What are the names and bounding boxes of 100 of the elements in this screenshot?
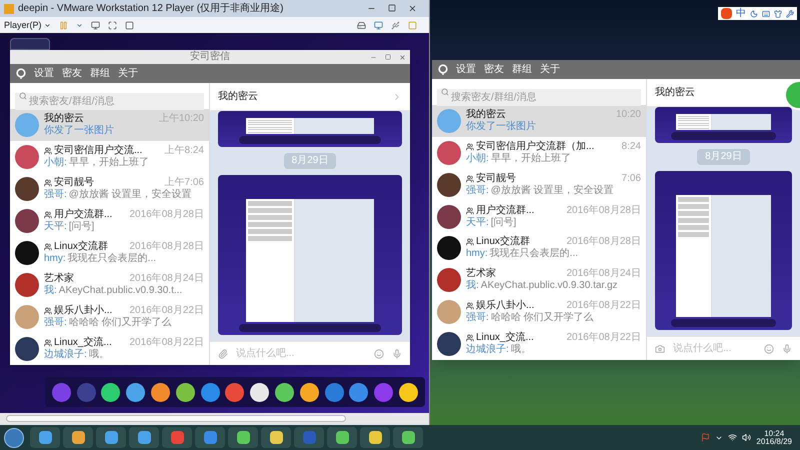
avatar <box>15 273 39 297</box>
dock-app-icon[interactable] <box>126 382 146 402</box>
dock-app-icon[interactable] <box>151 382 170 402</box>
taskbar-app-button[interactable] <box>162 427 192 448</box>
maximize-icon[interactable] <box>388 4 396 12</box>
usb-icon[interactable] <box>391 20 400 30</box>
close-icon[interactable] <box>408 4 417 13</box>
menu-item[interactable]: 密友 <box>62 68 82 78</box>
chat-name: 我的密云 <box>44 114 84 124</box>
message-sender: 强哥: <box>466 186 489 196</box>
message-preview: 你发了一张图片 <box>466 122 536 132</box>
menu-item[interactable]: 密友 <box>484 64 504 74</box>
taskbar-app-button[interactable] <box>129 427 159 448</box>
moon-icon[interactable] <box>750 10 758 18</box>
dock-app-icon[interactable] <box>176 382 195 402</box>
conversation-title: 我的密云 <box>218 90 258 104</box>
chat-time: 2016年08月22日 <box>130 338 204 348</box>
message-input-field[interactable]: 说点什么吧... <box>236 346 366 361</box>
monitor-icon[interactable] <box>90 20 100 30</box>
taskbar-app-button[interactable] <box>261 427 291 448</box>
message-preview: 早早，开始上班了 <box>68 158 149 168</box>
chat-time: 2016年08月28日 <box>130 242 204 252</box>
search-field[interactable]: 搜索密友/群组/消息 <box>437 88 641 106</box>
app-logo-icon <box>16 68 26 79</box>
chat-time: 2016年08月22日 <box>130 306 204 316</box>
taskbar-app-button[interactable] <box>327 427 357 448</box>
menu-item[interactable]: 设置 <box>34 68 54 78</box>
dock-app-icon[interactable] <box>300 382 319 402</box>
ime-logo-icon <box>721 8 732 19</box>
message-preview: @放放酱 设置里，安全设置 <box>490 186 614 196</box>
shirt-icon[interactable] <box>774 10 782 18</box>
menu-item[interactable]: 群组 <box>90 68 110 78</box>
dock-app-icon[interactable] <box>250 382 270 402</box>
avatar <box>15 209 39 233</box>
avatar <box>437 172 461 197</box>
keyboard-icon[interactable] <box>762 10 770 18</box>
avatar <box>437 268 461 292</box>
avatar <box>15 145 39 169</box>
message-preview: 我现在只会表层的... <box>68 254 156 264</box>
chat-name: 安司密信用户交流... <box>54 146 142 156</box>
message-sender: 小朝: <box>44 158 67 168</box>
chat-time: 2016年08月24日 <box>130 274 204 284</box>
message-sender: 天平: <box>466 218 489 228</box>
message-preview: 哈哈哈 你们又开学了么 <box>490 313 594 324</box>
chat-name: 用户交流群... <box>476 206 534 216</box>
wrench-icon[interactable] <box>786 10 794 18</box>
scrollbar-thumb[interactable] <box>6 414 346 422</box>
message-sender: 边城浪子: <box>44 350 87 360</box>
flag-icon[interactable] <box>701 433 710 442</box>
message-sender: hmy: <box>44 254 66 264</box>
taskbar-app-button[interactable] <box>96 427 126 448</box>
message-sender: 我: <box>466 281 479 292</box>
chat-time: 上午8:24 <box>164 146 204 156</box>
avatar <box>437 300 461 324</box>
chat-name: 安司靓号 <box>476 174 516 184</box>
menu-item[interactable]: 关于 <box>118 68 138 78</box>
search-icon <box>441 88 449 96</box>
chat-time: 8:24 <box>622 142 641 152</box>
chat-name: Linux交流群 <box>54 242 108 252</box>
taskbar-app-button[interactable] <box>195 427 225 448</box>
menu-item[interactable]: 关于 <box>540 64 560 74</box>
caret-icon[interactable] <box>76 22 83 28</box>
clock[interactable]: 10:24 2016/8/29 <box>756 430 792 446</box>
chat-name: 我的密云 <box>466 110 506 120</box>
message-sender: 强哥: <box>44 190 67 200</box>
avatar <box>437 332 461 356</box>
chat-name: 艺术家 <box>44 274 74 284</box>
taskbar-app-button[interactable] <box>30 427 60 448</box>
taskbar-app-button[interactable] <box>228 427 258 448</box>
maximize-icon[interactable] <box>385 54 391 60</box>
taskbar-app-button[interactable] <box>360 427 390 448</box>
chat-name: 艺术家 <box>466 269 496 280</box>
message-input-field[interactable]: 说点什么吧... <box>673 341 756 356</box>
drive-icon[interactable] <box>357 20 366 30</box>
fullscreen-icon[interactable] <box>108 20 117 30</box>
message-preview: [问号] <box>490 218 516 228</box>
chat-time: 2016年08月22日 <box>566 333 641 344</box>
avatar <box>437 236 461 260</box>
taskbar-app-button[interactable] <box>63 427 93 448</box>
start-button[interactable] <box>4 428 24 448</box>
dock-app-icon[interactable] <box>101 382 120 402</box>
message-preview: 哦。 <box>510 345 531 356</box>
taskbar-app-button[interactable] <box>393 427 423 448</box>
dock-app-icon[interactable] <box>399 382 418 402</box>
close-icon[interactable] <box>399 54 406 60</box>
dock-app-icon[interactable] <box>275 382 294 402</box>
chat-name: 安司密信用户交流群（加... <box>476 142 594 152</box>
message-sender: hmy: <box>466 249 488 260</box>
window-icon[interactable] <box>124 20 134 30</box>
search-field[interactable]: 搜索密友/群组/消息 <box>15 92 204 110</box>
chat-time: 7:06 <box>622 174 641 184</box>
message-preview: AKeyChat.public.v0.9.30.tar.gz <box>480 281 618 292</box>
ime-mode[interactable]: 中 <box>736 8 746 18</box>
menu-item[interactable]: 设置 <box>456 64 476 74</box>
player-menu-button[interactable]: Player(P) <box>4 20 51 30</box>
avatar <box>15 305 39 329</box>
avatar <box>15 177 39 201</box>
volume-icon[interactable] <box>742 433 752 442</box>
menu-item[interactable]: 群组 <box>512 64 532 74</box>
message-preview: 我现在只会表层的... <box>490 249 578 260</box>
